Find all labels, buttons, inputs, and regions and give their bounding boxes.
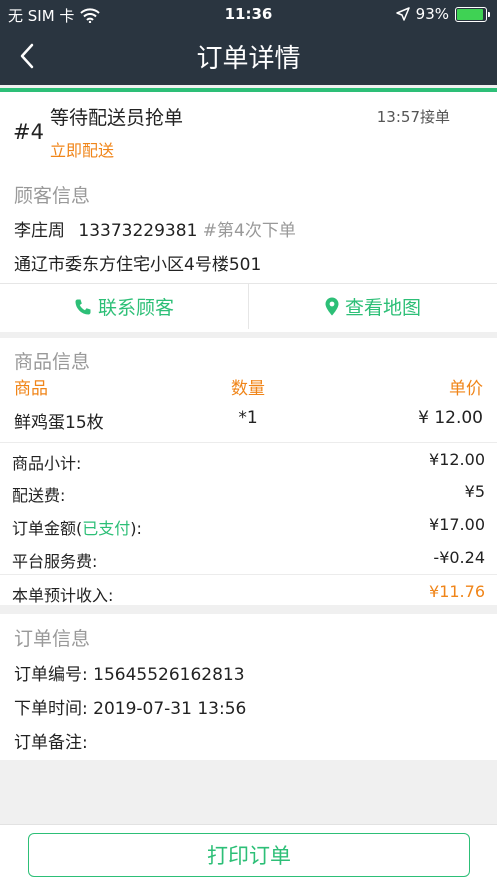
order-note-line: 订单备注:: [14, 733, 88, 753]
delivery-fee-value: ¥5: [464, 482, 485, 501]
page-title: 订单详情: [196, 44, 301, 74]
customer-contact-line: 李庄周 13373229381 #第4次下单: [14, 216, 296, 241]
order-info-title: 订单信息: [14, 628, 91, 650]
order-summary-section: #4 等待配送员抢单 立即配送 13:57接单 顾客信息 李庄周 1337322…: [0, 92, 497, 332]
customer-name: 李庄周: [14, 221, 65, 241]
order-amount-label: 订单金额(已支付):: [12, 515, 142, 539]
order-info-section: 订单信息 订单编号: 15645526162813 下单时间: 2019-07-…: [0, 614, 497, 760]
order-amount-label-pre: 订单金额(: [12, 519, 83, 538]
view-map-label: 查看地图: [344, 297, 421, 319]
map-pin-icon: [325, 297, 339, 316]
subtotal-label: 商品小计:: [12, 454, 82, 473]
customer-address: 通辽市委东方住宅小区4号楼501: [14, 255, 262, 275]
goods-item-qty: *1: [238, 408, 258, 428]
battery-percent: 93%: [415, 5, 449, 23]
order-amount-row: 订单金额(已支付): ¥17.00: [0, 508, 497, 541]
order-status: 等待配送员抢单: [50, 107, 184, 129]
location-arrow-icon: [395, 7, 410, 21]
goods-header-price: 单价: [449, 379, 483, 399]
goods-header-name: 商品: [14, 379, 48, 399]
customer-phone[interactable]: 13373229381: [78, 221, 197, 241]
table-row: 鲜鸡蛋15枚 *1 ¥ 12.00: [0, 408, 497, 438]
income-label: 本单预计收入:: [12, 586, 114, 605]
contact-customer-label: 联系顾客: [97, 297, 174, 319]
paid-status: 已支付: [82, 519, 131, 538]
service-fee-label: 平台服务费:: [12, 552, 98, 571]
order-amount-label-post: ):: [130, 519, 142, 538]
goods-table-header: 商品 数量 单价: [0, 374, 497, 400]
goods-header-qty: 数量: [231, 379, 265, 399]
status-right: 93%: [395, 5, 490, 23]
order-number: #4: [13, 120, 44, 144]
contact-customer-button[interactable]: 联系顾客: [0, 284, 248, 329]
view-map-button[interactable]: 查看地图: [248, 284, 497, 329]
customer-section-title: 顾客信息: [14, 185, 91, 207]
phone-icon: [75, 299, 91, 314]
income-value: ¥11.76: [429, 582, 485, 601]
goods-section-title: 商品信息: [14, 351, 91, 373]
status-bar: 无 SIM 卡 11:36 93%: [0, 0, 497, 28]
subtotal-value: ¥12.00: [429, 450, 485, 469]
battery-icon: [455, 6, 490, 22]
subtotal-row: 商品小计: ¥12.00: [0, 442, 497, 475]
income-row: 本单预计收入: ¥11.76: [0, 574, 497, 607]
service-fee-row: 平台服务费: -¥0.24: [0, 541, 497, 574]
goods-item-name: 鲜鸡蛋15枚: [14, 413, 104, 433]
battery-fill: [457, 8, 484, 20]
customer-actions: 联系顾客 查看地图: [0, 283, 497, 329]
delivery-fee-label: 配送费:: [12, 486, 66, 505]
delivery-fee-row: 配送费: ¥5: [0, 475, 497, 508]
nav-bar: 订单详情: [0, 28, 497, 85]
order-number-line: 订单编号: 15645526162813: [14, 665, 245, 685]
goods-section: 商品信息 商品 数量 单价 鲜鸡蛋15枚 *1 ¥ 12.00 商品小计: ¥1…: [0, 338, 497, 605]
order-count: #第4次下单: [202, 221, 296, 241]
order-time-line: 下单时间: 2019-07-31 13:56: [14, 699, 247, 719]
goods-item-price: ¥ 12.00: [418, 408, 483, 428]
accept-time: 13:57接单: [376, 108, 450, 126]
delivery-mode: 立即配送: [50, 141, 115, 160]
bottom-bar: 打印订单: [0, 824, 497, 883]
order-amount-value: ¥17.00: [429, 515, 485, 534]
service-fee-value: -¥0.24: [433, 548, 485, 567]
print-order-button[interactable]: 打印订单: [28, 833, 470, 877]
